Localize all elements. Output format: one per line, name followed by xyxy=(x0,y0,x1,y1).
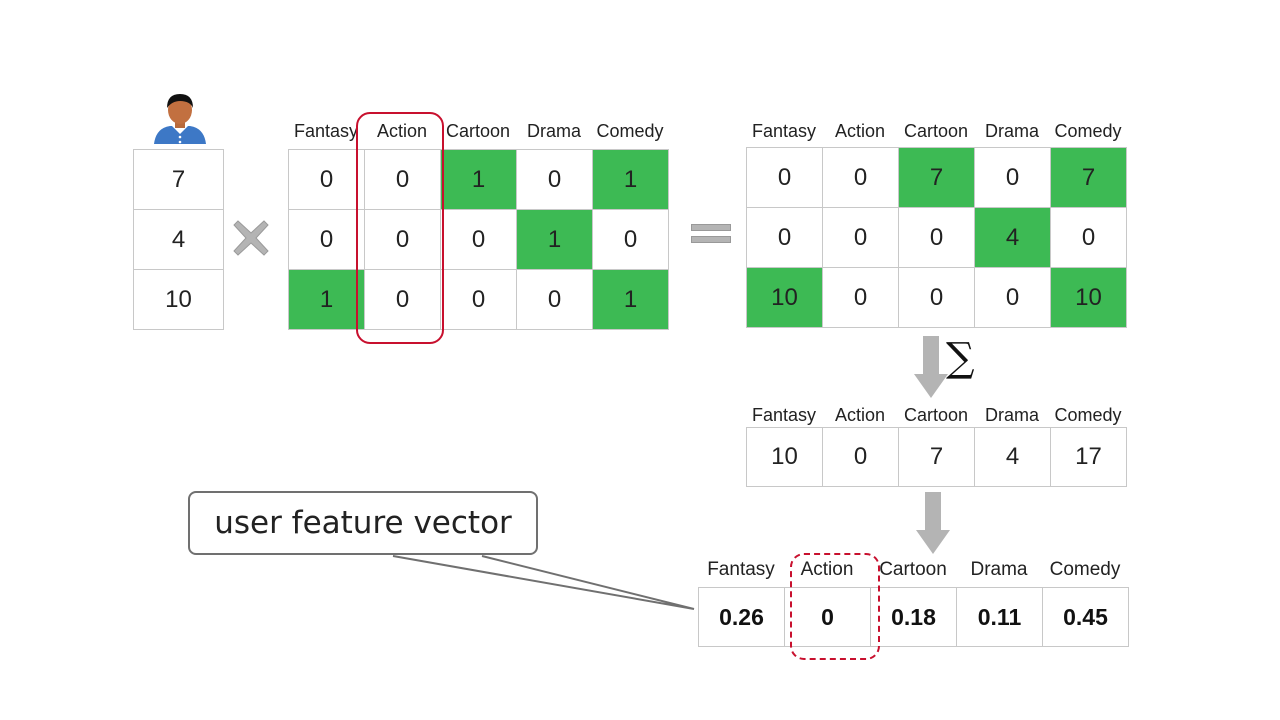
user-feature-vector-callout: user feature vector xyxy=(188,491,538,555)
callout-label: user feature vector xyxy=(214,505,512,541)
callout-pointer xyxy=(392,555,695,610)
